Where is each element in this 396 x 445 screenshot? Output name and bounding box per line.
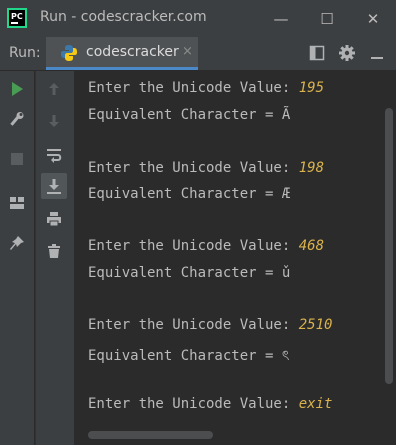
console-line: Equivalent Character = Ã [88,107,290,123]
console-line: Equivalent Character = ǔ [88,265,290,281]
console-output[interactable]: Enter the Unicode Value: 195 Equivalent … [74,71,396,445]
close-button[interactable]: ✕ [350,0,396,37]
tab-label: codescracker [86,44,179,60]
output-text: Equivalent Character = ৎ [88,348,290,364]
pycharm-icon: PC [7,8,27,28]
print-icon[interactable] [44,209,64,229]
minimize-icon: — [273,9,289,28]
vertical-scrollbar[interactable] [385,108,393,384]
output-text: Equivalent Character = Æ [88,186,291,202]
gear-icon[interactable] [336,42,358,64]
console-line: Equivalent Character = Æ [88,186,290,202]
left-toolbar [0,71,34,445]
layout-icon[interactable] [306,42,328,64]
prompt-text: Enter the Unicode Value: [88,238,299,254]
layout-icon[interactable] [7,193,27,213]
prompt-text: Enter the Unicode Value: [88,80,299,96]
console-toolbar [35,71,74,445]
console-line: Enter the Unicode Value: 195 [88,80,324,96]
close-icon: ✕ [366,9,380,28]
down-arrow-icon[interactable] [44,111,64,131]
up-arrow-icon[interactable] [44,79,64,99]
console-line: Enter the Unicode Value: 2510 [88,317,332,333]
title-bar: PC Run - codescracker.com — ☐ ✕ [0,0,396,37]
user-input: 2510 [298,317,333,333]
user-input: exit [298,396,333,412]
console-line: Equivalent Character = ৎ [88,344,289,368]
wrench-icon[interactable] [7,109,27,129]
soft-wrap-icon[interactable] [44,145,64,165]
prompt-text: Enter the Unicode Value: [88,396,299,412]
prompt-text: Enter the Unicode Value: [88,160,299,176]
run-tab-bar: Run: codescracker × [0,37,396,71]
scroll-to-end-icon[interactable] [41,173,67,199]
console-line: Enter the Unicode Value: 468 [88,238,324,254]
horizontal-scrollbar[interactable] [88,431,213,439]
minimize-icon[interactable] [366,42,388,64]
pin-icon[interactable] [7,233,27,253]
run-label: Run: [9,45,41,61]
run-icon[interactable] [7,79,27,99]
maximize-icon: ☐ [320,9,334,28]
window-title: Run - codescracker.com [40,9,207,25]
console-line: Enter the Unicode Value: exit [88,396,332,412]
output-text: Equivalent Character = Ã [88,107,291,123]
tab-close-icon[interactable]: × [182,44,193,59]
stop-icon[interactable] [7,149,27,169]
trash-icon[interactable] [44,241,64,261]
python-icon [60,44,78,62]
minimize-button[interactable]: — [258,0,304,37]
tab-codescracker[interactable]: codescracker × [46,37,198,70]
svg-text:PC: PC [11,12,23,21]
maximize-button[interactable]: ☐ [304,0,350,37]
console-line: Enter the Unicode Value: 198 [88,160,324,176]
output-text: Equivalent Character = ǔ [88,265,291,281]
prompt-text: Enter the Unicode Value: [88,317,299,333]
user-input: 468 [298,238,325,254]
user-input: 195 [298,80,325,96]
user-input: 198 [298,160,325,176]
